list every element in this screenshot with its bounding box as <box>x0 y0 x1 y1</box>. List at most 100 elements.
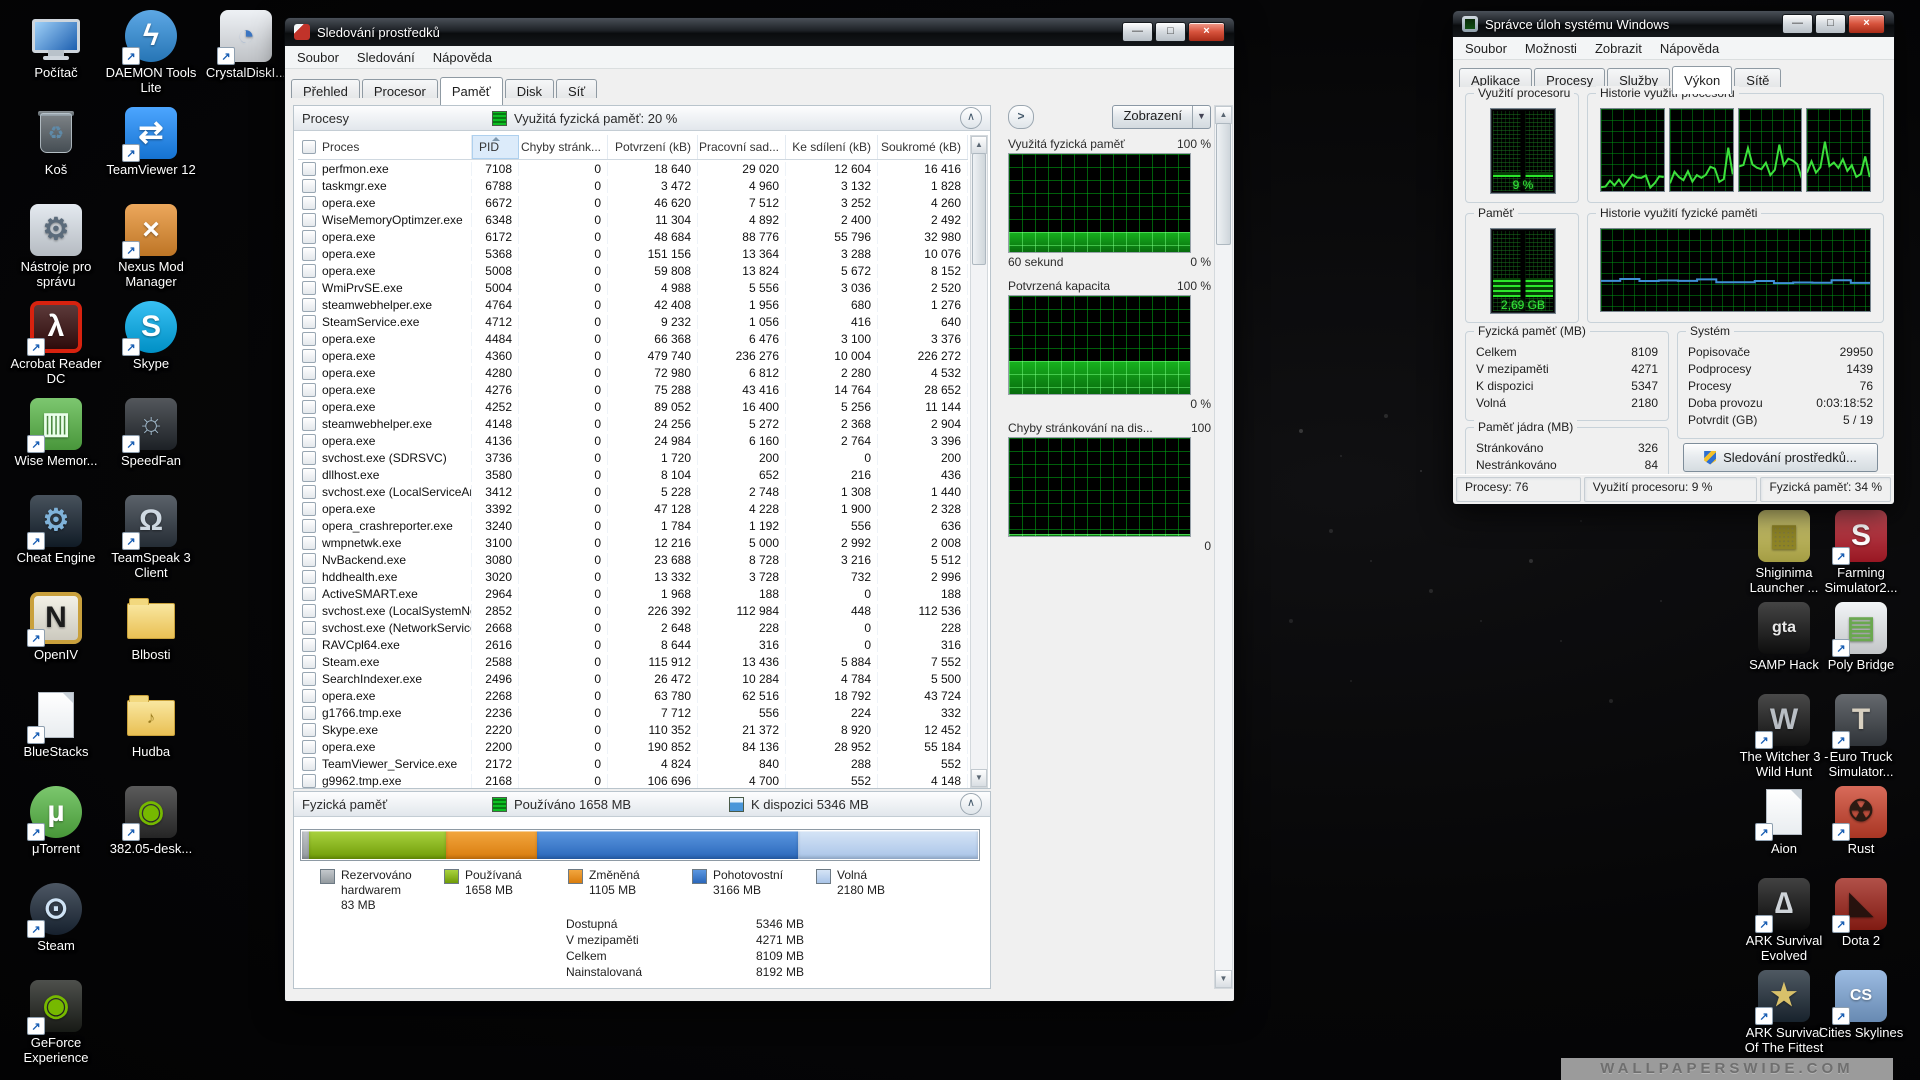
menu-item-n-pov-da[interactable]: Nápověda <box>424 48 501 67</box>
process-row[interactable]: WiseMemoryOptimzer.exe6348011 3044 8922 … <box>298 211 968 228</box>
panel-chevron-icon[interactable]: > <box>1008 105 1034 129</box>
desktop-icon-farming-simulator[interactable]: S↗Farming Simulator2... <box>1815 510 1907 595</box>
tab-pam[interactable]: Paměť <box>440 77 503 105</box>
desktop-icon-poly-bridge[interactable]: ▤↗Poly Bridge <box>1815 602 1907 672</box>
process-row[interactable]: opera.exe4252089 05216 4005 25611 144 <box>298 398 968 415</box>
row-checkbox[interactable] <box>302 298 316 312</box>
processes-panel-header[interactable]: Procesy Využitá fyzická paměť: 20 % ∧ <box>294 106 990 131</box>
desktop-icon-skype[interactable]: S↗Skype <box>105 301 197 371</box>
close-button[interactable]: × <box>1188 22 1225 42</box>
process-row[interactable]: opera.exe4136024 9846 1602 7643 396 <box>298 432 968 449</box>
row-checkbox[interactable] <box>302 655 316 669</box>
process-row[interactable]: Skype.exe22200110 35221 3728 92012 452 <box>298 721 968 738</box>
row-checkbox[interactable] <box>302 179 316 193</box>
row-checkbox[interactable] <box>302 213 316 227</box>
process-row[interactable]: svchost.exe (SDRSVC)373601 7202000200 <box>298 449 968 466</box>
column-header-ke-sd-len-kb[interactable]: Ke sdílení (kB) <box>786 135 878 159</box>
desktop-icon-crystaldiskinfo[interactable]: ◔↗CrystalDiskI... <box>200 10 292 80</box>
row-checkbox[interactable] <box>302 553 316 567</box>
row-checkbox[interactable] <box>302 672 316 686</box>
column-header-proces[interactable]: Proces <box>298 135 472 159</box>
desktop-icon-bluestacks[interactable]: ↗BlueStacks <box>10 689 102 759</box>
desktop-icon-music-folder[interactable]: ♪Hudba <box>105 689 197 759</box>
row-checkbox[interactable] <box>302 162 316 176</box>
process-table-scrollbar[interactable]: ▲ ▼ <box>970 135 988 788</box>
row-checkbox[interactable] <box>302 536 316 550</box>
process-row[interactable]: steamwebhelper.exe4764042 4081 9566801 2… <box>298 296 968 313</box>
row-checkbox[interactable] <box>302 196 316 210</box>
column-header-chyby-str-nk[interactable]: Chyby stránk... <box>519 135 608 159</box>
process-row[interactable]: SearchIndexer.exe2496026 47210 2844 7845… <box>298 670 968 687</box>
desktop-icon-speedfan[interactable]: ☼↗SpeedFan <box>105 398 197 468</box>
desktop-icon-admin-tools[interactable]: ⚙Nástroje pro správu <box>10 204 102 289</box>
column-header-potvrzen-kb[interactable]: Potvrzení (kB) <box>608 135 698 159</box>
process-row[interactable]: g9962.tmp.exe21680106 6964 7005524 148 <box>298 772 968 789</box>
process-row[interactable]: ActiveSMART.exe296401 9681880188 <box>298 585 968 602</box>
menu-item-soubor[interactable]: Soubor <box>288 48 348 67</box>
process-row[interactable]: SteamService.exe471209 2321 056416640 <box>298 313 968 330</box>
column-header-soukrom-kb[interactable]: Soukromé (kB) <box>878 135 968 159</box>
taskmgr-titlebar[interactable]: Správce úloh systému Windows — □ × <box>1453 11 1894 37</box>
minimize-button[interactable]: — <box>1122 22 1153 42</box>
desktop-icon-blbosti-folder[interactable]: Blbosti <box>105 592 197 662</box>
row-checkbox[interactable] <box>302 757 316 771</box>
menu-item-n-pov-da[interactable]: Nápověda <box>1651 39 1728 58</box>
collapse-chevron-icon[interactable]: ∧ <box>960 107 982 129</box>
row-checkbox[interactable] <box>302 502 316 516</box>
row-checkbox[interactable] <box>302 723 316 737</box>
row-checkbox[interactable] <box>302 638 316 652</box>
process-row[interactable]: svchost.exe (LocalServiceAn...341205 228… <box>298 483 968 500</box>
minimize-button[interactable]: — <box>1782 14 1813 34</box>
row-checkbox[interactable] <box>302 332 316 346</box>
desktop-icon-utorrent[interactable]: µ↗μTorrent <box>10 786 102 856</box>
row-checkbox[interactable] <box>302 366 316 380</box>
row-checkbox[interactable] <box>302 604 316 618</box>
row-checkbox[interactable] <box>302 587 316 601</box>
maximize-button[interactable]: □ <box>1155 22 1186 42</box>
row-checkbox[interactable] <box>302 247 316 261</box>
process-row[interactable]: opera.exe6672046 6207 5123 2524 260 <box>298 194 968 211</box>
row-checkbox[interactable] <box>302 451 316 465</box>
desktop-icon-rust[interactable]: ☢↗Rust <box>1815 786 1907 856</box>
desktop-icon-teamviewer[interactable]: ⇄↗TeamViewer 12 <box>105 107 197 177</box>
process-row[interactable]: opera_crashreporter.exe324001 7841 19255… <box>298 517 968 534</box>
scroll-down-icon[interactable]: ▼ <box>971 769 987 787</box>
scroll-up-icon[interactable]: ▲ <box>1215 106 1232 124</box>
process-row[interactable]: opera.exe6172048 68488 77655 79632 980 <box>298 228 968 245</box>
maximize-button[interactable]: □ <box>1815 14 1846 34</box>
process-row[interactable]: wmpnetwk.exe3100012 2165 0002 9922 008 <box>298 534 968 551</box>
process-row[interactable]: hddhealth.exe3020013 3323 7287322 996 <box>298 568 968 585</box>
open-resource-monitor-button[interactable]: Sledování prostředků... <box>1683 443 1878 472</box>
row-checkbox[interactable] <box>302 706 316 720</box>
process-row[interactable]: opera.exe4276075 28843 41614 76428 652 <box>298 381 968 398</box>
desktop-icon-geforce-experience[interactable]: ◉↗GeForce Experience <box>10 980 102 1065</box>
row-checkbox[interactable] <box>302 349 316 363</box>
row-checkbox[interactable] <box>302 400 316 414</box>
menu-item-sledov-n[interactable]: Sledování <box>348 48 424 67</box>
column-header-pracovn-sad[interactable]: Pracovní sad... <box>698 135 786 159</box>
row-checkbox[interactable] <box>302 281 316 295</box>
scroll-up-icon[interactable]: ▲ <box>971 136 987 154</box>
process-row[interactable]: perfmon.exe7108018 64029 02012 60416 416 <box>298 160 968 177</box>
process-row[interactable]: opera.exe4484066 3686 4763 1003 376 <box>298 330 968 347</box>
resmon-titlebar[interactable]: Sledování prostředků — □ × <box>285 18 1234 46</box>
tab-v-kon[interactable]: Výkon <box>1672 66 1732 94</box>
collapse-chevron-icon[interactable]: ∧ <box>960 793 982 815</box>
desktop-icon-wise-memory-optimizer[interactable]: ▥↗Wise Memor... <box>10 398 102 468</box>
desktop-icon-dota-2[interactable]: ◣↗Dota 2 <box>1815 878 1907 948</box>
scroll-down-icon[interactable]: ▼ <box>1215 970 1232 988</box>
desktop-icon-daemon-tools[interactable]: ϟ↗DAEMON Tools Lite <box>105 10 197 95</box>
process-row[interactable]: opera.exe22000190 85284 13628 95255 184 <box>298 738 968 755</box>
row-checkbox[interactable] <box>302 264 316 278</box>
desktop-icon-nvidia-installer[interactable]: ◉↗382.05-desk... <box>105 786 197 856</box>
row-checkbox[interactable] <box>302 689 316 703</box>
row-checkbox[interactable] <box>302 519 316 533</box>
select-all-checkbox[interactable] <box>302 140 316 154</box>
desktop-icon-openiv[interactable]: N↗OpenIV <box>10 592 102 662</box>
process-row[interactable]: opera.exe5008059 80813 8245 6728 152 <box>298 262 968 279</box>
scrollbar-thumb[interactable] <box>972 153 986 265</box>
row-checkbox[interactable] <box>302 315 316 329</box>
process-row[interactable]: opera.exe43600479 740236 27610 004226 27… <box>298 347 968 364</box>
process-row[interactable]: WmiPrvSE.exe500404 9885 5563 0362 520 <box>298 279 968 296</box>
desktop-icon-acrobat-reader[interactable]: λ↗Acrobat Reader DC <box>10 301 102 386</box>
